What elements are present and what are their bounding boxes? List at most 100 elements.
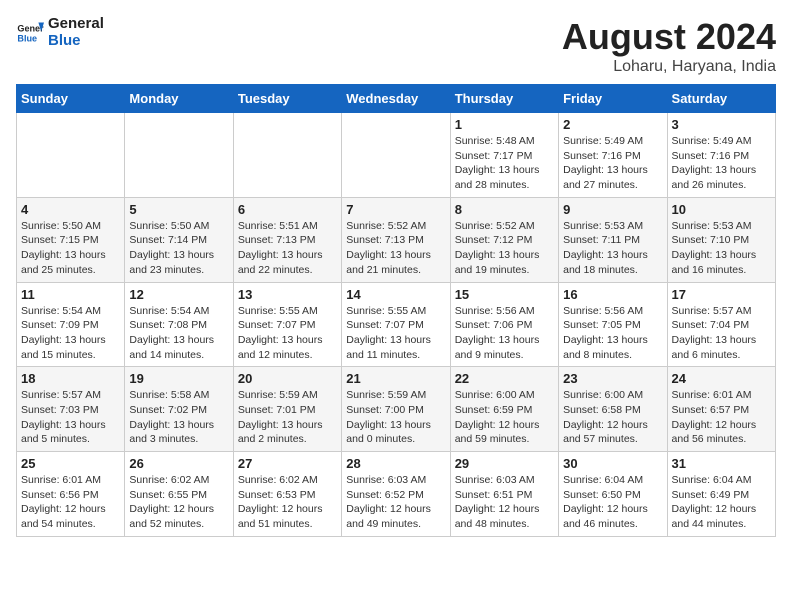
day-cell: 27 Sunrise: 6:02 AM Sunset: 6:53 PM Dayli…: [233, 452, 341, 537]
day-cell: 22 Sunrise: 6:00 AM Sunset: 6:59 PM Dayli…: [450, 367, 558, 452]
day-number: 1: [455, 117, 554, 132]
day-number: 11: [21, 287, 120, 302]
day-info: Sunrise: 5:52 AM Sunset: 7:12 PM Dayligh…: [455, 219, 554, 278]
day-cell: 31 Sunrise: 6:04 AM Sunset: 6:49 PM Dayli…: [667, 452, 775, 537]
day-info: Sunrise: 6:04 AM Sunset: 6:49 PM Dayligh…: [672, 473, 771, 532]
day-number: 5: [129, 202, 228, 217]
day-info: Sunrise: 5:48 AM Sunset: 7:17 PM Dayligh…: [455, 134, 554, 193]
calendar-subtitle: Loharu, Haryana, India: [562, 58, 776, 76]
header-tuesday: Tuesday: [233, 85, 341, 113]
day-number: 10: [672, 202, 771, 217]
day-cell: 17 Sunrise: 5:57 AM Sunset: 7:04 PM Dayli…: [667, 282, 775, 367]
day-info: Sunrise: 6:03 AM Sunset: 6:52 PM Dayligh…: [346, 473, 445, 532]
day-info: Sunrise: 5:52 AM Sunset: 7:13 PM Dayligh…: [346, 219, 445, 278]
calendar-body: 1 Sunrise: 5:48 AM Sunset: 7:17 PM Daylig…: [17, 113, 776, 537]
day-cell: 10 Sunrise: 5:53 AM Sunset: 7:10 PM Dayli…: [667, 197, 775, 282]
day-cell: 2 Sunrise: 5:49 AM Sunset: 7:16 PM Daylig…: [559, 113, 667, 198]
day-info: Sunrise: 5:57 AM Sunset: 7:03 PM Dayligh…: [21, 388, 120, 447]
day-info: Sunrise: 6:01 AM Sunset: 6:57 PM Dayligh…: [672, 388, 771, 447]
day-number: 4: [21, 202, 120, 217]
header-thursday: Thursday: [450, 85, 558, 113]
day-number: 14: [346, 287, 445, 302]
day-info: Sunrise: 5:55 AM Sunset: 7:07 PM Dayligh…: [346, 304, 445, 363]
day-info: Sunrise: 5:49 AM Sunset: 7:16 PM Dayligh…: [672, 134, 771, 193]
logo: General Blue General Blue: [16, 16, 104, 49]
day-number: 19: [129, 371, 228, 386]
day-number: 22: [455, 371, 554, 386]
day-cell: 15Sunrise: 5:56 AM Sunset: 7:06 PM Dayli…: [450, 282, 558, 367]
day-info: Sunrise: 6:02 AM Sunset: 6:53 PM Dayligh…: [238, 473, 337, 532]
day-info: Sunrise: 5:59 AM Sunset: 7:00 PM Dayligh…: [346, 388, 445, 447]
day-cell: 21Sunrise: 5:59 AM Sunset: 7:00 PM Dayli…: [342, 367, 450, 452]
header-saturday: Saturday: [667, 85, 775, 113]
day-info: Sunrise: 5:49 AM Sunset: 7:16 PM Dayligh…: [563, 134, 662, 193]
week-row-5: 25 Sunrise: 6:01 AM Sunset: 6:56 PM Dayli…: [17, 452, 776, 537]
day-info: Sunrise: 5:53 AM Sunset: 7:11 PM Dayligh…: [563, 219, 662, 278]
day-number: 23: [563, 371, 662, 386]
calendar-header: SundayMondayTuesdayWednesdayThursdayFrid…: [17, 85, 776, 113]
logo-blue-text: Blue: [48, 33, 104, 50]
day-cell: 4Sunrise: 5:50 AM Sunset: 7:15 PM Daylig…: [17, 197, 125, 282]
svg-text:Blue: Blue: [17, 33, 37, 43]
day-cell: 7 Sunrise: 5:52 AM Sunset: 7:13 PM Daylig…: [342, 197, 450, 282]
day-number: 6: [238, 202, 337, 217]
day-number: 12: [129, 287, 228, 302]
calendar-table: SundayMondayTuesdayWednesdayThursdayFrid…: [16, 84, 776, 537]
day-number: 13: [238, 287, 337, 302]
day-number: 30: [563, 456, 662, 471]
day-info: Sunrise: 5:55 AM Sunset: 7:07 PM Dayligh…: [238, 304, 337, 363]
day-info: Sunrise: 6:01 AM Sunset: 6:56 PM Dayligh…: [21, 473, 120, 532]
day-number: 7: [346, 202, 445, 217]
day-number: 2: [563, 117, 662, 132]
day-info: Sunrise: 6:03 AM Sunset: 6:51 PM Dayligh…: [455, 473, 554, 532]
day-cell: 19 Sunrise: 5:58 AM Sunset: 7:02 PM Dayli…: [125, 367, 233, 452]
day-cell: 29Sunrise: 6:03 AM Sunset: 6:51 PM Dayli…: [450, 452, 558, 537]
day-cell: 18 Sunrise: 5:57 AM Sunset: 7:03 PM Dayli…: [17, 367, 125, 452]
day-number: 25: [21, 456, 120, 471]
day-info: Sunrise: 5:53 AM Sunset: 7:10 PM Dayligh…: [672, 219, 771, 278]
week-row-2: 4Sunrise: 5:50 AM Sunset: 7:15 PM Daylig…: [17, 197, 776, 282]
header-monday: Monday: [125, 85, 233, 113]
day-cell: 3 Sunrise: 5:49 AM Sunset: 7:16 PM Daylig…: [667, 113, 775, 198]
title-block: August 2024 Loharu, Haryana, India: [562, 16, 776, 76]
day-cell: 16 Sunrise: 5:56 AM Sunset: 7:05 PM Dayli…: [559, 282, 667, 367]
calendar-title: August 2024: [562, 16, 776, 58]
header-friday: Friday: [559, 85, 667, 113]
day-info: Sunrise: 6:00 AM Sunset: 6:58 PM Dayligh…: [563, 388, 662, 447]
day-number: 16: [563, 287, 662, 302]
day-info: Sunrise: 5:58 AM Sunset: 7:02 PM Dayligh…: [129, 388, 228, 447]
day-cell: 11 Sunrise: 5:54 AM Sunset: 7:09 PM Dayli…: [17, 282, 125, 367]
day-cell: 9Sunrise: 5:53 AM Sunset: 7:11 PM Daylig…: [559, 197, 667, 282]
day-cell: [17, 113, 125, 198]
header-sunday: Sunday: [17, 85, 125, 113]
day-number: 31: [672, 456, 771, 471]
day-cell: 20Sunrise: 5:59 AM Sunset: 7:01 PM Dayli…: [233, 367, 341, 452]
day-info: Sunrise: 5:57 AM Sunset: 7:04 PM Dayligh…: [672, 304, 771, 363]
day-info: Sunrise: 5:51 AM Sunset: 7:13 PM Dayligh…: [238, 219, 337, 278]
page-header: General Blue General Blue August 2024 Lo…: [16, 16, 776, 76]
day-cell: 23 Sunrise: 6:00 AM Sunset: 6:58 PM Dayli…: [559, 367, 667, 452]
day-number: 8: [455, 202, 554, 217]
day-cell: 12 Sunrise: 5:54 AM Sunset: 7:08 PM Dayli…: [125, 282, 233, 367]
day-cell: [233, 113, 341, 198]
day-cell: 25 Sunrise: 6:01 AM Sunset: 6:56 PM Dayli…: [17, 452, 125, 537]
day-info: Sunrise: 5:54 AM Sunset: 7:08 PM Dayligh…: [129, 304, 228, 363]
day-number: 18: [21, 371, 120, 386]
day-info: Sunrise: 5:54 AM Sunset: 7:09 PM Dayligh…: [21, 304, 120, 363]
day-info: Sunrise: 5:56 AM Sunset: 7:05 PM Dayligh…: [563, 304, 662, 363]
day-cell: 24Sunrise: 6:01 AM Sunset: 6:57 PM Dayli…: [667, 367, 775, 452]
day-number: 3: [672, 117, 771, 132]
day-info: Sunrise: 5:50 AM Sunset: 7:14 PM Dayligh…: [129, 219, 228, 278]
day-cell: 5 Sunrise: 5:50 AM Sunset: 7:14 PM Daylig…: [125, 197, 233, 282]
day-number: 27: [238, 456, 337, 471]
day-info: Sunrise: 6:00 AM Sunset: 6:59 PM Dayligh…: [455, 388, 554, 447]
day-cell: [125, 113, 233, 198]
day-info: Sunrise: 6:04 AM Sunset: 6:50 PM Dayligh…: [563, 473, 662, 532]
day-cell: 8 Sunrise: 5:52 AM Sunset: 7:12 PM Daylig…: [450, 197, 558, 282]
day-cell: 13 Sunrise: 5:55 AM Sunset: 7:07 PM Dayli…: [233, 282, 341, 367]
day-cell: 1 Sunrise: 5:48 AM Sunset: 7:17 PM Daylig…: [450, 113, 558, 198]
day-number: 17: [672, 287, 771, 302]
day-info: Sunrise: 5:59 AM Sunset: 7:01 PM Dayligh…: [238, 388, 337, 447]
day-cell: 6 Sunrise: 5:51 AM Sunset: 7:13 PM Daylig…: [233, 197, 341, 282]
logo-icon: General Blue: [16, 19, 44, 47]
